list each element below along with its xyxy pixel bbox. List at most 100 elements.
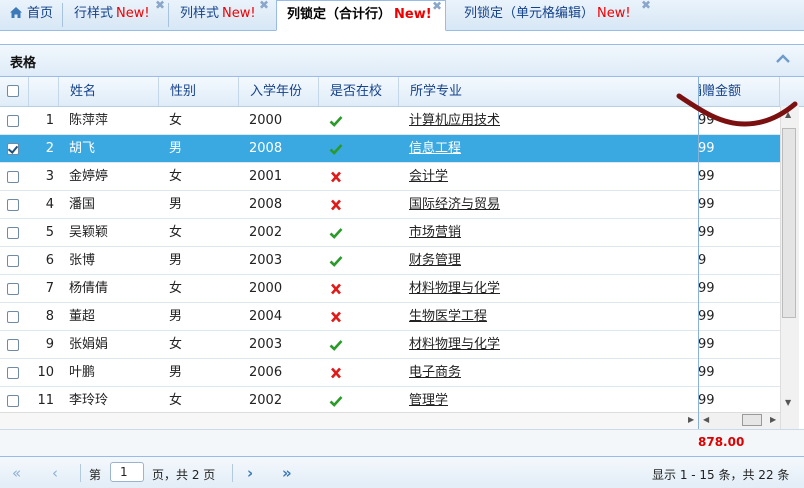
pager-divider: [80, 464, 81, 482]
row-checkbox[interactable]: [7, 171, 19, 183]
table-row[interactable]: 9 张娟娟 女 2003 材料物理与化学 99: [0, 331, 780, 359]
grid-header: 姓名 性别 入学年份 是否在校 所学专业 捐赠金额: [0, 77, 804, 107]
row-checkbox[interactable]: [7, 115, 19, 127]
table-row[interactable]: 6 张博 男 2003 财务管理 9: [0, 247, 780, 275]
horizontal-scroll-thumb[interactable]: [742, 414, 762, 426]
column-header-name[interactable]: 姓名: [59, 77, 159, 106]
row-number: 10: [37, 365, 54, 380]
row-checkbox[interactable]: [7, 283, 19, 295]
cross-icon: [331, 367, 341, 379]
cell-gender: 女: [169, 337, 183, 352]
cell-name: 潘国: [69, 197, 96, 212]
cell-amount: 99: [698, 113, 715, 128]
table-row[interactable]: 4 潘国 男 2008 国际经济与贸易 99: [0, 191, 780, 219]
cell-gender: 男: [169, 197, 183, 212]
cell-year: 2006: [249, 365, 283, 380]
row-checkbox[interactable]: [7, 367, 19, 379]
row-number: 6: [45, 253, 54, 268]
cell-major-link[interactable]: 电子商务: [409, 359, 689, 387]
header-select-all[interactable]: [0, 77, 29, 106]
page-number-input[interactable]: 1: [110, 462, 144, 482]
column-header-gender[interactable]: 性别: [159, 77, 239, 106]
column-header-amount[interactable]: 捐赠金额: [699, 77, 780, 106]
cell-amount: 99: [698, 169, 715, 184]
cell-name: 张娟娟: [69, 337, 109, 352]
cell-major-link[interactable]: 材料物理与化学: [409, 275, 689, 303]
scroll-right-icon[interactable]: ▶: [770, 415, 776, 424]
tab-label: 列锁定（单元格编辑）: [464, 6, 595, 21]
row-checkbox[interactable]: [7, 339, 19, 351]
table-row[interactable]: 3 金婷婷 女 2001 会计学 99: [0, 163, 780, 191]
tab-column-lock-summary[interactable]: 列锁定（合计行） New! ✖: [276, 0, 446, 31]
cell-year: 2000: [249, 113, 283, 128]
select-all-checkbox[interactable]: [7, 85, 19, 97]
row-checkbox[interactable]: [7, 255, 19, 267]
next-page-icon[interactable]: ›: [247, 464, 253, 482]
row-number: 1: [45, 113, 54, 128]
cell-name: 李玲玲: [69, 393, 109, 408]
close-icon[interactable]: ✖: [641, 0, 651, 19]
tab-row-style[interactable]: 行样式 New! ✖: [64, 0, 168, 30]
row-number: 3: [45, 169, 54, 184]
tab-home[interactable]: 首页: [0, 0, 60, 30]
cell-amount: 9: [698, 253, 707, 268]
cell-major-link[interactable]: 市场营销: [409, 219, 689, 247]
row-checkbox[interactable]: [7, 199, 19, 211]
table-row[interactable]: 11 李玲玲 女 2002 管理学 99: [0, 387, 780, 415]
row-number: 7: [45, 281, 54, 296]
scroll-left-icon[interactable]: ◀: [703, 415, 709, 424]
row-checkbox[interactable]: [7, 143, 19, 155]
column-header-major[interactable]: 所学专业: [399, 77, 698, 106]
cell-name: 张博: [69, 253, 96, 268]
horizontal-scrollbar[interactable]: [699, 412, 780, 430]
cell-major-link[interactable]: 财务管理: [409, 247, 689, 275]
check-icon: [329, 144, 343, 155]
cell-name: 吴颖颖: [69, 225, 109, 240]
close-icon[interactable]: ✖: [432, 0, 442, 20]
row-checkbox[interactable]: [7, 311, 19, 323]
cell-year: 2004: [249, 309, 283, 324]
cell-name: 胡飞: [69, 141, 96, 156]
cell-major-link[interactable]: 计算机应用技术: [409, 107, 689, 135]
horizontal-scrollbar-locked[interactable]: [0, 412, 698, 430]
scroll-right-icon[interactable]: ▶: [688, 415, 694, 424]
first-page-icon[interactable]: «: [12, 464, 21, 482]
cross-icon: [331, 199, 341, 211]
row-checkbox[interactable]: [7, 227, 19, 239]
cell-year: 2002: [249, 393, 283, 408]
prev-page-icon[interactable]: ‹: [52, 464, 58, 482]
cell-major-link[interactable]: 国际经济与贸易: [409, 191, 689, 219]
vertical-scroll-thumb[interactable]: [782, 128, 796, 318]
table-row[interactable]: 7 杨倩倩 女 2000 材料物理与化学 99: [0, 275, 780, 303]
table-row[interactable]: 2 胡飞 男 2008 信息工程 99: [0, 135, 780, 163]
last-page-icon[interactable]: »: [282, 464, 292, 482]
close-icon[interactable]: ✖: [155, 0, 165, 19]
column-header-year[interactable]: 入学年份: [239, 77, 319, 106]
tab-label: 行样式: [74, 6, 114, 21]
column-header-enrolled[interactable]: 是否在校: [319, 77, 399, 106]
cell-amount: 99: [698, 393, 715, 408]
chevron-up-icon[interactable]: [776, 54, 790, 64]
cell-major-link[interactable]: 信息工程: [409, 135, 689, 163]
cell-major-link[interactable]: 管理学: [409, 387, 689, 415]
row-number: 8: [45, 309, 54, 324]
table-row[interactable]: 1 陈萍萍 女 2000 计算机应用技术 99: [0, 107, 780, 135]
cell-gender: 女: [169, 169, 183, 184]
table-row[interactable]: 10 叶鹏 男 2006 电子商务 99: [0, 359, 780, 387]
cell-major-link[interactable]: 会计学: [409, 163, 689, 191]
tab-label: 首页: [27, 6, 54, 21]
cell-name: 杨倩倩: [69, 281, 109, 296]
tab-column-style[interactable]: 列样式 New! ✖: [170, 0, 272, 30]
row-number: 9: [45, 337, 54, 352]
cell-major-link[interactable]: 材料物理与化学: [409, 331, 689, 359]
close-icon[interactable]: ✖: [259, 0, 269, 19]
scroll-down-icon[interactable]: ▼: [785, 398, 791, 407]
table-row[interactable]: 5 吴颖颖 女 2002 市场营销 99: [0, 219, 780, 247]
check-icon: [329, 256, 343, 267]
cell-major-link[interactable]: 生物医学工程: [409, 303, 689, 331]
cell-amount: 99: [698, 281, 715, 296]
row-checkbox[interactable]: [7, 395, 19, 407]
scroll-up-icon[interactable]: ▲: [785, 110, 791, 119]
tab-column-lock-edit[interactable]: 列锁定（单元格编辑） New! ✖: [454, 0, 654, 30]
table-row[interactable]: 8 董超 男 2004 生物医学工程 99: [0, 303, 780, 331]
